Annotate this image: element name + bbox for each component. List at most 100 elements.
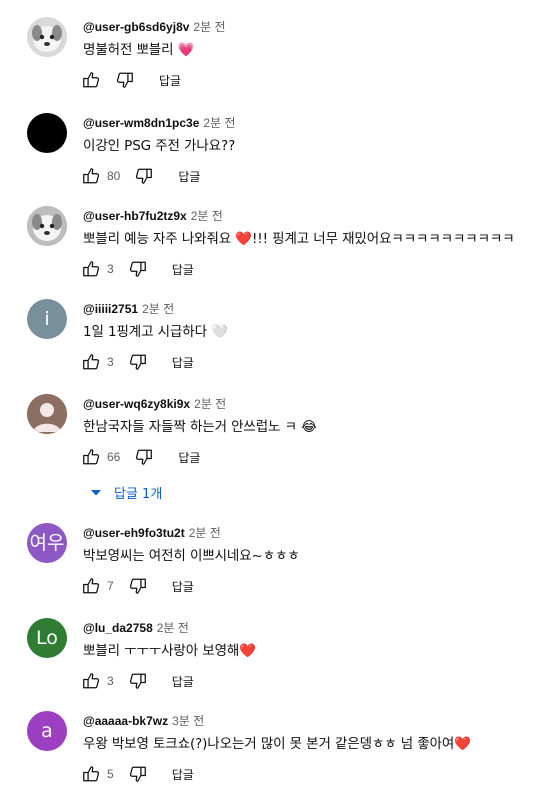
dislike-button[interactable] — [128, 352, 148, 372]
dislike-button[interactable] — [115, 70, 135, 90]
comment-author[interactable]: @aaaaa-bk7wz — [83, 714, 168, 728]
comment-time[interactable]: 3분 전 — [172, 714, 204, 728]
comment-time[interactable]: 2분 전 — [203, 116, 235, 130]
comment-actions: 80 답글 — [81, 165, 200, 187]
dislike-icon — [129, 766, 146, 782]
comment-author[interactable]: @user-hb7fu2tz9x — [83, 209, 187, 223]
like-icon — [83, 578, 100, 594]
comment-actions: 답글 — [81, 69, 181, 91]
reply-button[interactable]: 답글 — [172, 261, 194, 278]
comment-meta: @user-hb7fu2tz9x 2분 전 — [83, 207, 223, 224]
like-count: 3 — [107, 262, 114, 276]
comment-author[interactable]: @lu_da2758 — [83, 621, 153, 635]
dislike-icon — [136, 449, 153, 465]
avatar-letter: Lo — [36, 626, 58, 649]
like-button[interactable] — [81, 671, 101, 691]
dislike-icon — [116, 72, 133, 88]
profile-photo — [27, 17, 67, 57]
dislike-icon — [129, 578, 146, 594]
comment-actions: 3 답글 — [81, 670, 194, 692]
comment-text: 박보영씨는 여전히 이쁘시네요~ㅎㅎㅎ — [83, 548, 300, 564]
like-button[interactable] — [81, 259, 101, 279]
avatar[interactable] — [27, 113, 67, 153]
avatar[interactable]: i — [27, 299, 67, 339]
dislike-button[interactable] — [128, 764, 148, 784]
avatar-letter: a — [41, 719, 53, 742]
comment-text: 명불허전 뽀블리 💗 — [83, 42, 195, 58]
comment-meta: @user-gb6sd6yj8v 2분 전 — [83, 18, 226, 35]
dislike-icon — [129, 261, 146, 277]
comment-text: 뽀블리 예능 자주 나와줘요 ❤️!!! 핑계고 너무 재밌어요ㅋㅋㅋㅋㅋㅋㅋㅋ… — [83, 231, 515, 247]
comment-meta: @aaaaa-bk7wz 3분 전 — [83, 712, 204, 729]
dislike-button[interactable] — [134, 447, 154, 467]
like-icon — [83, 72, 100, 88]
comment-meta: @user-wq6zy8ki9x 2분 전 — [83, 395, 226, 412]
comment-actions: 5 답글 — [81, 763, 194, 785]
reply-button[interactable]: 답글 — [172, 673, 194, 690]
like-count: 5 — [107, 767, 114, 781]
comment-actions: 66 답글 — [81, 446, 200, 468]
comment-actions: 7 답글 — [81, 575, 194, 597]
comment-text: 뽀블리 ㅜㅜㅜ사랑아 보영해❤️ — [83, 643, 256, 659]
comment-text: 우왕 박보영 토크쇼(?)나오는거 많이 못 본거 같은뎅ㅎㅎ 넘 좋아여❤️ — [83, 736, 471, 752]
like-button[interactable] — [81, 352, 101, 372]
reply-button[interactable]: 답글 — [178, 449, 200, 466]
reply-button[interactable]: 답글 — [172, 766, 194, 783]
comment-author[interactable]: @iiiii2751 — [83, 302, 138, 316]
comment-text: 이강인 PSG 주전 가나요?? — [83, 138, 236, 154]
avatar[interactable] — [27, 206, 67, 246]
comment-time[interactable]: 2분 전 — [142, 302, 174, 316]
avatar[interactable]: a — [27, 711, 67, 751]
like-icon — [83, 354, 100, 370]
avatar[interactable]: 여우 — [27, 523, 67, 563]
like-icon — [83, 449, 100, 465]
reply-button[interactable]: 답글 — [172, 578, 194, 595]
like-count: 7 — [107, 579, 114, 593]
like-button[interactable] — [81, 70, 101, 90]
comment-author[interactable]: @user-wq6zy8ki9x — [83, 397, 190, 411]
comment-actions: 3 답글 — [81, 351, 194, 373]
like-icon — [83, 168, 100, 184]
like-button[interactable] — [81, 764, 101, 784]
comment-author[interactable]: @user-eh9fo3tu2t — [83, 526, 185, 540]
comment-time[interactable]: 2분 전 — [193, 20, 225, 34]
avatar-letter: 여우 — [29, 531, 65, 554]
comment-time[interactable]: 2분 전 — [191, 209, 223, 223]
view-replies-label: 답글 1개 — [114, 487, 163, 502]
chevron-down-icon — [91, 489, 101, 495]
comment-meta: @iiiii2751 2분 전 — [83, 300, 174, 317]
comment-actions: 3 답글 — [81, 258, 194, 280]
like-icon — [83, 673, 100, 689]
dislike-icon — [129, 673, 146, 689]
avatar-letter: i — [44, 307, 50, 330]
dislike-button[interactable] — [128, 576, 148, 596]
like-icon — [83, 766, 100, 782]
like-button[interactable] — [81, 447, 101, 467]
like-count: 3 — [107, 355, 114, 369]
comment-time[interactable]: 2분 전 — [157, 621, 189, 635]
comment-time[interactable]: 2분 전 — [189, 526, 221, 540]
like-icon — [83, 261, 100, 277]
profile-photo — [27, 206, 67, 246]
reply-button[interactable]: 답글 — [178, 168, 200, 185]
dislike-button[interactable] — [128, 671, 148, 691]
comment-author[interactable]: @user-gb6sd6yj8v — [83, 20, 189, 34]
reply-button[interactable]: 답글 — [159, 72, 181, 89]
comment-meta: @lu_da2758 2분 전 — [83, 619, 189, 636]
reply-button[interactable]: 답글 — [172, 354, 194, 371]
dislike-button[interactable] — [128, 259, 148, 279]
comment-author[interactable]: @user-wm8dn1pc3e — [83, 116, 199, 130]
view-replies-button[interactable]: 답글 1개 — [90, 483, 162, 502]
dislike-button[interactable] — [134, 166, 154, 186]
avatar[interactable]: Lo — [27, 618, 67, 658]
default-avatar-icon — [27, 394, 67, 434]
like-button[interactable] — [81, 166, 101, 186]
comment-text: 1일 1핑계고 시급하다 🤍 — [83, 324, 228, 340]
comment-time[interactable]: 2분 전 — [194, 397, 226, 411]
comment-text: 한남국자들 자들짝 하는거 안쓰럽노 ㅋ 😂 — [83, 419, 317, 435]
dislike-icon — [129, 354, 146, 370]
avatar[interactable] — [27, 17, 67, 57]
like-count: 66 — [107, 450, 121, 464]
avatar[interactable] — [27, 394, 67, 434]
like-button[interactable] — [81, 576, 101, 596]
